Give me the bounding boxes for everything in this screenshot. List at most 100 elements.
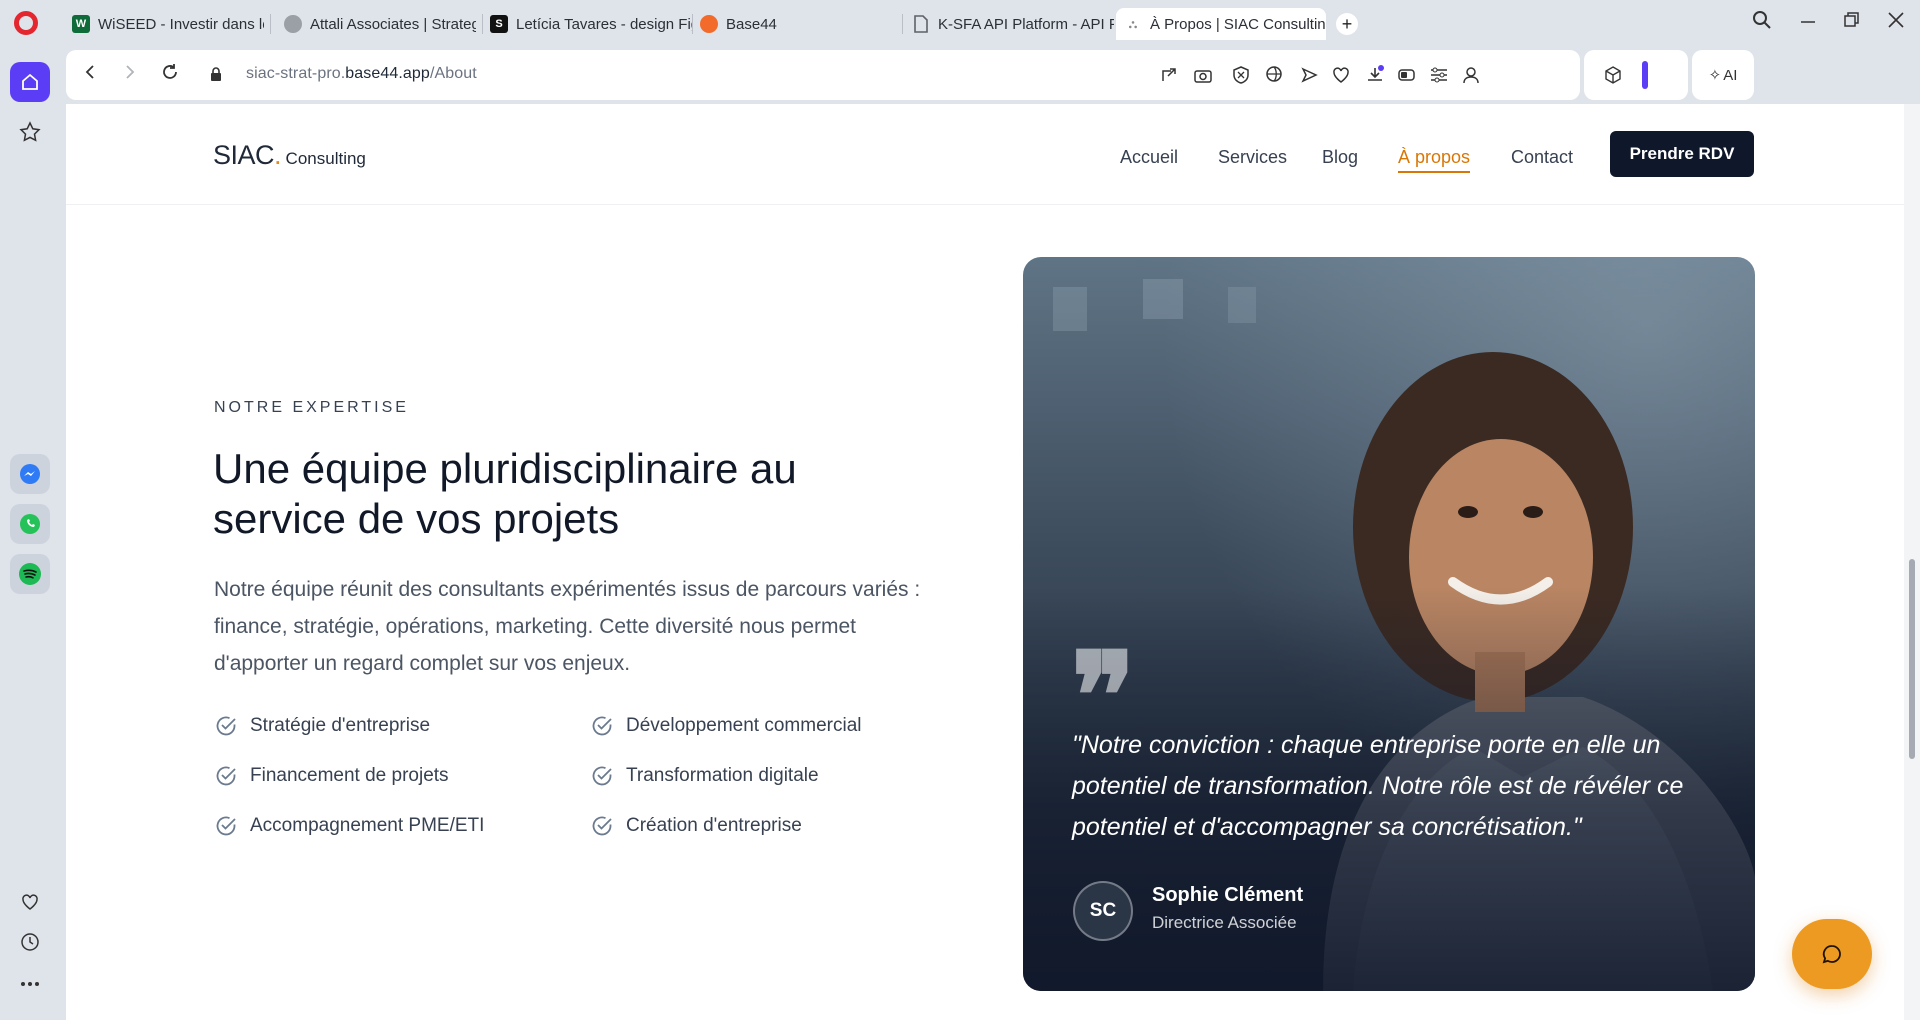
siac-favicon-icon: ⛬ — [1128, 16, 1138, 31]
nav-a-propos[interactable]: À propos — [1398, 147, 1471, 173]
chat-button[interactable] — [1792, 919, 1872, 989]
sparkle-icon: ✧ — [1708, 67, 1722, 84]
nav-contact[interactable]: Contact — [1511, 147, 1573, 168]
feature-label: Accompagnement PME/ETI — [250, 815, 485, 836]
brand-dot: . — [274, 140, 282, 170]
feature-item: Création d'entreprise — [590, 814, 802, 838]
feature-item: Développement commercial — [590, 714, 862, 738]
feature-label: Transformation digitale — [626, 765, 819, 786]
prendre-rdv-button[interactable]: Prendre RDV — [1610, 131, 1754, 177]
chat-bubble-icon — [1822, 945, 1841, 964]
check-circle-icon — [592, 816, 612, 836]
messenger-button[interactable] — [10, 454, 50, 494]
search-tabs-icon[interactable] — [1752, 10, 1772, 36]
url-host: base44.app — [345, 65, 430, 82]
feature-label: Création d'entreprise — [626, 815, 802, 836]
tab-wiseed[interactable]: W WiSEED - Investir dans le C — [64, 8, 264, 40]
tab-base44[interactable]: Base44 — [692, 8, 902, 40]
tab-ksfa[interactable]: K-SFA API Platform - API P — [904, 8, 1114, 40]
tab-label: Attali Associates | Strategy — [310, 15, 476, 33]
more-button[interactable] — [10, 964, 50, 1004]
browser-sidebar — [0, 46, 60, 1020]
more-dots-icon — [21, 982, 39, 986]
tab-label: Letícia Tavares - design Fig — [516, 15, 692, 33]
heart-bookmark-icon[interactable] — [1330, 64, 1352, 86]
cube-extension-icon[interactable] — [1602, 64, 1624, 86]
messenger-icon — [10, 454, 50, 494]
check-circle-icon — [592, 766, 612, 786]
history-button[interactable] — [10, 922, 50, 962]
home-icon — [22, 73, 38, 90]
nav-accueil[interactable]: Accueil — [1120, 147, 1178, 168]
page-viewport: SIAC. Consulting Accueil Services Blog À … — [66, 104, 1904, 1020]
nav-blog[interactable]: Blog — [1322, 147, 1358, 168]
site-header: SIAC. Consulting Accueil Services Blog À … — [66, 104, 1904, 205]
s-favicon-icon: S — [490, 15, 508, 33]
camera-icon[interactable] — [1192, 64, 1214, 86]
scrollbar-thumb[interactable] — [1909, 559, 1915, 759]
wiseed-favicon-icon: W — [72, 15, 90, 33]
player-send-icon[interactable] — [1298, 64, 1320, 86]
adblock-shield-icon[interactable] — [1230, 64, 1252, 86]
document-favicon-icon — [912, 15, 930, 33]
url-prefix: siac-strat-pro. — [246, 65, 346, 82]
aria-ai-button[interactable]: ✧ AI — [1692, 50, 1754, 100]
tab-siac-active[interactable]: ⛬ À Propos | SIAC Consulting — [1116, 8, 1326, 40]
feature-item: Transformation digitale — [590, 764, 819, 788]
check-circle-icon — [216, 716, 236, 736]
page-scrollbar[interactable] — [1904, 104, 1920, 1020]
clock-icon — [21, 933, 39, 951]
sidebar-toggle-indicator[interactable] — [1642, 61, 1648, 89]
ai-label: AI — [1723, 66, 1738, 84]
whatsapp-icon — [10, 504, 50, 544]
pinboards-button[interactable] — [10, 112, 50, 152]
minimize-icon[interactable] — [1798, 8, 1818, 34]
brand-name: SIAC — [213, 140, 275, 170]
tab-label: Base44 — [726, 15, 777, 33]
tab-leticia[interactable]: S Letícia Tavares - design Fig — [482, 8, 692, 40]
section-eyebrow: NOTRE EXPERTISE — [214, 399, 409, 416]
tab-attali[interactable]: Attali Associates | Strategy — [276, 8, 476, 40]
home-button[interactable] — [10, 62, 50, 102]
testimonial-quote: "Notre conviction : chaque entreprise po… — [1072, 731, 1684, 841]
feature-item: Stratégie d'entreprise — [214, 714, 430, 738]
plus-icon: + — [1341, 13, 1353, 34]
avatar: SC — [1073, 881, 1133, 941]
check-circle-icon — [216, 766, 236, 786]
close-window-icon[interactable] — [1886, 10, 1906, 36]
heart-icon — [22, 894, 38, 910]
tab-label: À Propos | SIAC Consulting — [1150, 15, 1326, 33]
section-headline: Une équipe pluridisciplinaire au service… — [213, 445, 797, 542]
back-button[interactable] — [80, 62, 100, 88]
feature-label: Stratégie d'entreprise — [250, 715, 431, 736]
tab-label: K-SFA API Platform - API P — [938, 15, 1114, 33]
globe-favicon-icon — [284, 15, 302, 33]
tab-label: WiSEED - Investir dans le C — [98, 15, 264, 33]
lock-icon — [211, 67, 221, 81]
base44-favicon-icon — [700, 15, 718, 33]
spotify-button[interactable] — [10, 554, 50, 594]
team-portrait-card: ❞ "Notre conviction : chaque entreprise … — [1023, 257, 1755, 991]
favorites-button[interactable] — [10, 882, 50, 922]
download-icon[interactable] — [1364, 64, 1386, 86]
url-field[interactable]: siac-strat-pro.base44.app/About — [246, 65, 477, 83]
address-bar: siac-strat-pro.base44.app/About — [66, 50, 1580, 100]
feature-item: Financement de projets — [214, 764, 449, 788]
restore-icon[interactable] — [1842, 10, 1862, 36]
opera-logo-icon[interactable] — [14, 11, 38, 35]
translate-globe-icon[interactable] — [1264, 64, 1286, 86]
nav-services[interactable]: Services — [1218, 147, 1287, 168]
battery-saver-icon[interactable] — [1396, 64, 1418, 86]
person-name: Sophie Clément — [1152, 884, 1304, 906]
brand-logo[interactable]: SIAC. Consulting — [213, 140, 366, 171]
check-circle-icon — [216, 816, 236, 836]
reload-button[interactable] — [160, 62, 180, 88]
send-page-icon[interactable] — [1158, 64, 1180, 86]
whatsapp-button[interactable] — [10, 504, 50, 544]
feature-label: Financement de projets — [250, 765, 449, 786]
profile-icon[interactable] — [1460, 64, 1482, 86]
easy-setup-icon[interactable] — [1428, 64, 1450, 86]
forward-button[interactable] — [120, 62, 140, 88]
extensions-box — [1584, 50, 1688, 100]
new-tab-button[interactable]: + — [1336, 13, 1358, 35]
